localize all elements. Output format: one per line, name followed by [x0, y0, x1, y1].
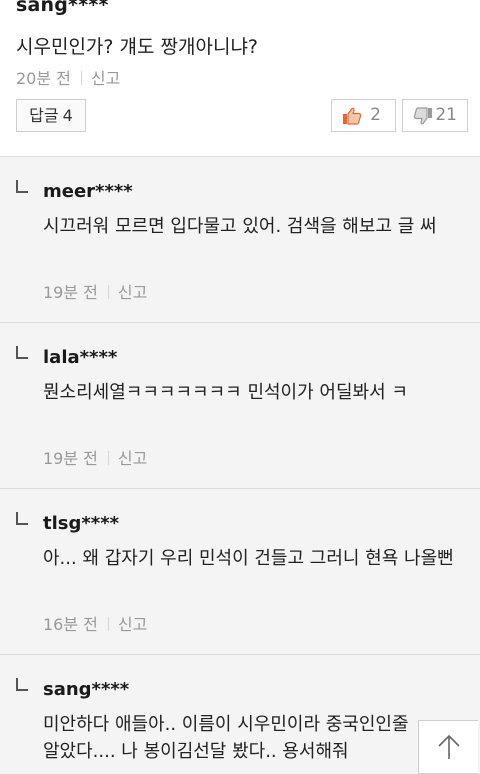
reply-list: meer**** 시끄러워 모르면 입다물고 있어. 검색을 해보고 글 써 1… — [0, 156, 480, 774]
reply-text: 시끄러워 모르면 입다물고 있어. 검색을 해보고 글 써 — [43, 216, 437, 237]
reply-indent-icon — [16, 512, 28, 525]
report-link[interactable]: 신고 — [118, 615, 147, 634]
thumbs-down-icon — [413, 107, 432, 125]
comment-text: 시우민인가? 걔도 짱개아니냐? — [16, 36, 259, 58]
reply-item: sang**** 미안하다 애들아.. 이름이 시우민이라 중국인인줄 알았다.… — [0, 655, 480, 774]
dislike-count: 21 — [435, 105, 457, 125]
like-button[interactable]: 2 — [331, 99, 396, 132]
reply-item: tlsg**** 아... 왜 갑자기 우리 민석이 건들고 그러니 현욕 나올… — [0, 489, 480, 655]
reply-meta: 19분 전 신고 — [43, 279, 147, 303]
reply-item: lala**** 뭔소리세열ㅋㅋㅋㅋㅋㅋㅋ 민석이가 어딜봐서 ㅋ 19분 전 신… — [0, 323, 480, 489]
parent-comment: sang**** 시우민인가? 걔도 짱개아니냐? 20분 전 신고 답글 4 2 … — [0, 0, 480, 156]
comment-username: sang**** — [16, 0, 109, 16]
comment-meta: 20분 전 신고 — [16, 65, 120, 89]
reply-indent-icon — [16, 346, 28, 359]
reply-username: meer**** — [43, 181, 133, 202]
reply-username: tlsg**** — [43, 513, 120, 534]
dislike-button[interactable]: 21 — [402, 99, 468, 132]
reply-button-label: 답글 — [29, 106, 59, 125]
reply-username: sang**** — [43, 679, 130, 700]
like-count: 2 — [370, 105, 381, 125]
report-link[interactable]: 신고 — [118, 449, 147, 468]
meta-divider — [80, 71, 82, 85]
reply-meta: 19분 전 신고 — [43, 445, 147, 469]
reply-username: lala**** — [43, 347, 118, 368]
reply-time: 19분 전 — [43, 283, 98, 302]
report-link[interactable]: 신고 — [118, 283, 147, 302]
reply-item: meer**** 시끄러워 모르면 입다물고 있어. 검색을 해보고 글 써 1… — [0, 157, 480, 323]
reply-text: 뭔소리세열ㅋㅋㅋㅋㅋㅋㅋ 민석이가 어딜봐서 ㅋ — [43, 382, 408, 403]
meta-divider — [107, 285, 109, 299]
meta-divider — [107, 617, 109, 631]
meta-divider — [107, 451, 109, 465]
reply-time: 16분 전 — [43, 615, 98, 634]
reply-indent-icon — [16, 180, 28, 193]
reply-text: 아... 왜 갑자기 우리 민석이 건들고 그러니 현욕 나올뻔 — [43, 548, 454, 569]
comment-time: 20분 전 — [16, 69, 71, 88]
reply-toggle-button[interactable]: 답글 4 — [16, 99, 86, 132]
thumbs-up-icon — [343, 107, 362, 125]
scroll-to-top-button[interactable] — [418, 720, 478, 774]
reply-text: 미안하다 애들아.. 이름이 시우민이라 중국인인줄 알았다.... 나 봉이김… — [43, 714, 409, 762]
reply-time: 19분 전 — [43, 449, 98, 468]
arrow-up-icon — [438, 734, 460, 759]
reply-count: 4 — [62, 106, 73, 125]
report-link[interactable]: 신고 — [91, 69, 120, 88]
reply-meta: 16분 전 신고 — [43, 611, 147, 635]
reply-indent-icon — [16, 678, 28, 691]
